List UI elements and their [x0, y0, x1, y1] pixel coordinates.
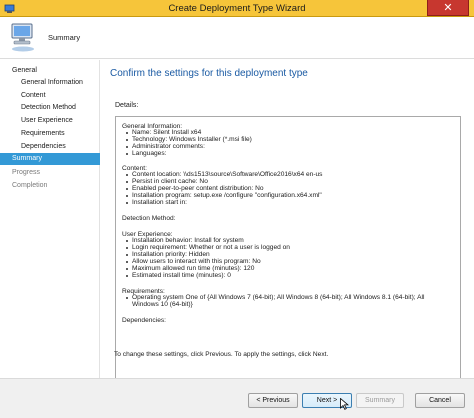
nav-item-content[interactable]: Content	[0, 90, 100, 102]
details-line: Estimated install time (minutes): 0	[132, 272, 231, 279]
button-bar: < Previous Next > Summary Cancel	[0, 378, 474, 418]
computer-icon	[11, 23, 34, 52]
details-line: Installation start in:	[132, 199, 187, 206]
bullet	[126, 254, 128, 256]
bullet	[126, 275, 128, 277]
wizard-header: Summary	[0, 17, 474, 59]
wizard-content: Confirm the settings for this deployment…	[100, 60, 474, 396]
cancel-button[interactable]: Cancel	[415, 393, 465, 408]
nav-item-general-information[interactable]: General Information	[0, 77, 100, 89]
details-section-dependencies: Dependencies:	[122, 317, 166, 324]
details-label: Details:	[115, 102, 139, 109]
page-heading: Confirm the settings for this deployment…	[110, 68, 308, 79]
close-button[interactable]: ✕	[427, 0, 469, 16]
bullet	[126, 268, 128, 270]
bullet	[126, 240, 128, 242]
nav-item-requirements[interactable]: Requirements	[0, 128, 100, 140]
nav-item-completion: Completion	[12, 182, 48, 189]
bullet	[126, 153, 128, 155]
bullet	[126, 297, 128, 299]
bullet	[126, 181, 128, 183]
title-bar: Create Deployment Type Wizard ✕	[0, 0, 474, 17]
nav-item-progress: Progress	[12, 169, 41, 176]
bullet	[126, 247, 128, 249]
mouse-cursor-icon	[340, 398, 349, 410]
nav-item-detection-method[interactable]: Detection Method	[0, 102, 100, 114]
bullet	[126, 146, 128, 148]
bullet	[126, 261, 128, 263]
previous-button[interactable]: < Previous	[248, 393, 298, 408]
bullet	[126, 132, 128, 134]
window-title: Create Deployment Type Wizard	[168, 3, 306, 14]
bullet	[126, 202, 128, 204]
bullet	[126, 139, 128, 141]
bullet	[126, 188, 128, 190]
bullet	[126, 195, 128, 197]
nav-item-user-experience[interactable]: User Experience	[0, 115, 100, 127]
details-section-detection-method: Detection Method:	[122, 215, 176, 222]
nav-item-summary[interactable]: Summary	[0, 153, 100, 165]
bullet	[126, 174, 128, 176]
nav-item-dependencies[interactable]: Dependencies	[0, 141, 100, 153]
header-title: Summary	[48, 33, 81, 42]
summary-button: Summary	[356, 393, 404, 408]
details-line: Languages:	[132, 150, 167, 157]
wizard-nav: General General Information Content Dete…	[0, 60, 100, 378]
instruction-text: To change these settings, click Previous…	[114, 351, 329, 358]
details-line: Windows 10 (64-bit)}	[132, 301, 193, 308]
nav-item-general[interactable]: General	[0, 65, 100, 77]
